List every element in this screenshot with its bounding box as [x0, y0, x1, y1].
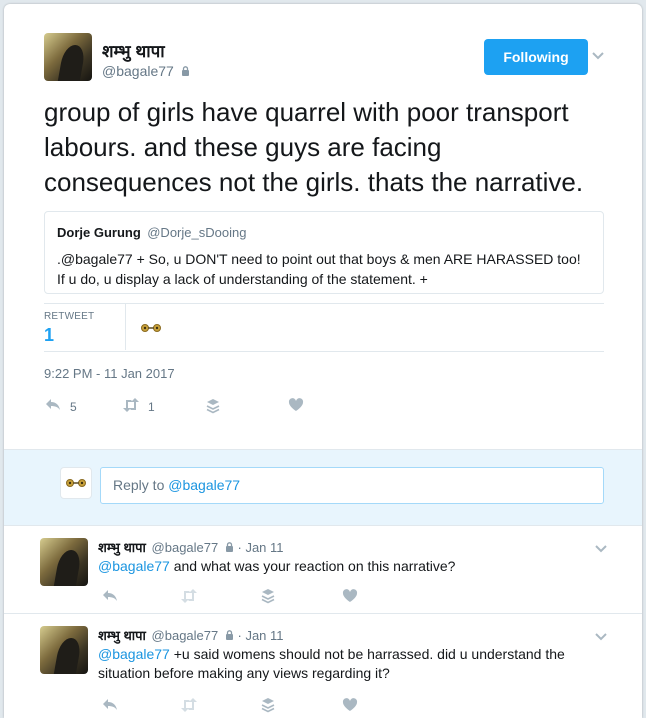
- retweet-stat-count[interactable]: 1: [44, 325, 54, 346]
- tweet-timestamp[interactable]: 9:22 PM - 11 Jan 2017: [44, 366, 175, 381]
- retweet-icon: [122, 398, 140, 416]
- reply-mention[interactable]: @bagale77: [98, 558, 170, 574]
- main-tweet: शम्भु थापा @bagale77 Following group of …: [4, 4, 642, 449]
- author-handle-row[interactable]: @bagale77: [102, 63, 190, 79]
- quote-author-name: Dorje Gurung: [57, 225, 141, 240]
- divider: [44, 351, 604, 352]
- reply-author-name[interactable]: शम्भु थापा: [98, 628, 146, 643]
- reply-avatar[interactable]: [40, 538, 88, 586]
- reply-count: 5: [70, 400, 77, 414]
- chevron-down-icon[interactable]: [594, 630, 608, 644]
- like-action[interactable]: [287, 398, 305, 416]
- layers-action[interactable]: [204, 398, 222, 418]
- lock-icon: [225, 630, 234, 643]
- reply-icon[interactable]: [102, 698, 118, 715]
- divider: [44, 303, 604, 304]
- current-user-avatar: [60, 467, 92, 499]
- author-name[interactable]: शम्भु थापा: [102, 39, 165, 62]
- reply-mention[interactable]: @bagale77: [98, 646, 170, 662]
- retweet-icon[interactable]: [180, 698, 198, 715]
- quote-text: .@bagale77 + So, u DON'T need to point o…: [57, 251, 581, 287]
- layers-icon[interactable]: [260, 588, 276, 607]
- quoted-tweet[interactable]: Dorje Gurung @Dorje_sDooing .@bagale77 +…: [44, 211, 604, 294]
- reply-date[interactable]: · Jan 11: [238, 540, 284, 555]
- reply-date[interactable]: · Jan 11: [238, 628, 284, 643]
- reply-icon: [44, 398, 62, 416]
- reply-tweet[interactable]: शम्भु थापा @bagale77 · Jan 11 @bagale77 …: [4, 614, 642, 718]
- reply-avatar[interactable]: [40, 626, 88, 674]
- reply-icon[interactable]: [102, 589, 118, 606]
- reply-author-handle[interactable]: @bagale77: [152, 628, 219, 643]
- chevron-down-icon[interactable]: [591, 49, 605, 63]
- layers-icon: [204, 398, 222, 418]
- reply-composer: Reply to @bagale77: [4, 449, 642, 526]
- author-avatar[interactable]: [44, 33, 92, 81]
- reply-text: @bagale77 and what was your reaction on …: [98, 557, 598, 576]
- author-handle: @bagale77: [102, 63, 174, 79]
- chevron-down-icon[interactable]: [594, 542, 608, 556]
- reply-placeholder-prefix: Reply to: [113, 477, 169, 493]
- heart-icon[interactable]: [342, 698, 358, 715]
- reply-input[interactable]: Reply to @bagale77: [100, 467, 604, 504]
- retweet-action[interactable]: 1: [122, 398, 155, 416]
- retweet-icon[interactable]: [180, 589, 198, 606]
- heart-icon[interactable]: [342, 589, 358, 606]
- reply-author-name[interactable]: शम्भु थापा: [98, 540, 146, 555]
- layers-icon[interactable]: [260, 697, 276, 716]
- retweeter-avatar[interactable]: [140, 321, 162, 335]
- tweet-detail-card: शम्भु थापा @bagale77 Following group of …: [4, 4, 642, 718]
- reply-header: शम्भु थापा @bagale77 · Jan 11: [98, 538, 284, 556]
- reply-action[interactable]: 5: [44, 398, 77, 416]
- quote-author-handle: @Dorje_sDooing: [147, 225, 247, 240]
- heart-icon: [287, 398, 305, 416]
- reply-placeholder-mention: @bagale77: [168, 477, 241, 493]
- lock-icon: [225, 542, 234, 555]
- reply-tweet[interactable]: शम्भु थापा @bagale77 · Jan 11 @bagale77 …: [4, 526, 642, 614]
- tweet-text: group of girls have quarrel with poor tr…: [44, 97, 584, 197]
- reply-text: @bagale77 +u said womens should not be h…: [98, 645, 598, 683]
- reply-header: शम्भु थापा @bagale77 · Jan 11: [98, 626, 284, 644]
- stat-separator: [125, 304, 126, 350]
- retweet-count: 1: [148, 400, 155, 414]
- reply-content: and what was your reaction on this narra…: [169, 558, 456, 574]
- retweet-stat-label: RETWEET: [44, 311, 95, 322]
- lock-icon: [181, 66, 190, 79]
- reply-author-handle[interactable]: @bagale77: [152, 540, 219, 555]
- following-button[interactable]: Following: [484, 39, 588, 75]
